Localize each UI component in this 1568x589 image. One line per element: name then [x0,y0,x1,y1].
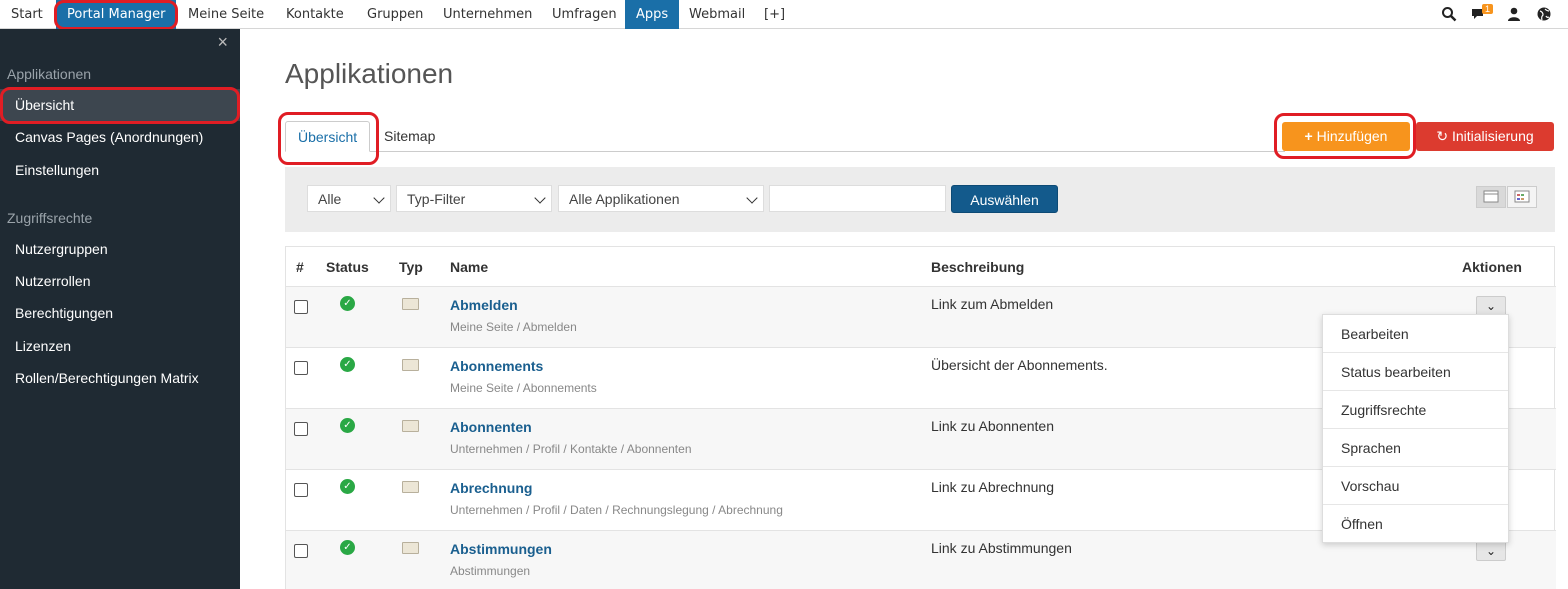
actions-menu: Bearbeiten Status bearbeiten Zugriffsrec… [1322,314,1509,543]
status-ok-icon: ✓ [340,479,355,494]
nav-gruppen[interactable]: Gruppen [356,0,434,29]
sidebar-item-berechtigungen[interactable]: Berechtigungen [0,297,240,329]
status-ok-icon: ✓ [340,357,355,372]
apps-filter-select[interactable]: Alle Applikationen [558,185,764,212]
app-path: Meine Seite / Abmelden [450,320,577,334]
nav-portal-manager[interactable]: Portal Manager [56,0,177,29]
col-typ: Typ [399,259,423,275]
status-filter-select[interactable]: Alle [307,185,391,212]
chevron-down-icon [746,192,758,204]
menu-item-zugriffsrechte[interactable]: Zugriffsrechte [1323,391,1508,429]
status-ok-icon: ✓ [340,296,355,311]
type-filter-value: Typ-Filter [407,191,466,207]
app-path: Unternehmen / Profil / Kontakte / Abonne… [450,442,692,456]
app-description: Link zum Abmelden [931,296,1054,312]
col-beschreibung: Beschreibung [931,259,1025,275]
row-checkbox[interactable] [294,544,308,558]
sidebar-item-einstellungen[interactable]: Einstellungen [0,154,240,186]
type-filter-select[interactable]: Typ-Filter [396,185,552,212]
menu-item-status-bearbeiten[interactable]: Status bearbeiten [1323,353,1508,391]
menu-item-vorschau[interactable]: Vorschau [1323,467,1508,505]
sidebar-section-applikationen: Applikationen [7,66,92,82]
status-ok-icon: ✓ [340,418,355,433]
sidebar-item-uebersicht[interactable]: Übersicht [0,89,240,121]
app-description: Link zu Abonnenten [931,418,1054,434]
grid-view-toggle[interactable] [1507,186,1537,208]
app-name-link[interactable]: Abmelden [450,297,518,313]
nav-start[interactable]: Start [0,0,54,29]
app-name-link[interactable]: Abrechnung [450,480,532,496]
app-name-link[interactable]: Abonnenten [450,419,532,435]
notification-badge: 1 [1482,4,1494,14]
app-type-icon [402,420,419,432]
row-checkbox[interactable] [294,361,308,375]
app-path: Unternehmen / Profil / Daten / Rechnungs… [450,503,783,517]
sidebar-item-nutzergruppen[interactable]: Nutzergruppen [0,233,240,265]
app-description: Link zu Abrechnung [931,479,1054,495]
grid-view-icon [1514,190,1530,203]
top-navigation: Start Portal Manager Meine Seite Kontakt… [0,0,1568,30]
row-checkbox[interactable] [294,422,308,436]
app-description: Übersicht der Abonnements. [931,357,1108,373]
apps-filter-value: Alle Applikationen [569,191,680,207]
sidebar: × Applikationen Übersicht Canvas Pages (… [0,29,240,589]
page-title: Applikationen [285,58,454,89]
nav-meine-seite[interactable]: Meine Seite [177,0,275,29]
col-number: # [296,259,304,275]
status-filter-value: Alle [318,191,342,207]
search-input[interactable] [769,185,946,212]
actions-dropdown-button[interactable]: ⌄ [1476,296,1506,316]
sidebar-item-nutzerrollen[interactable]: Nutzerrollen [0,265,240,297]
app-type-icon [402,542,419,554]
sidebar-item-canvas-pages[interactable]: Canvas Pages (Anordnungen) [0,121,240,153]
sidebar-item-rollen-matrix[interactable]: Rollen/Berechtigungen Matrix [0,362,240,394]
add-button-label: Hinzufügen [1316,128,1388,144]
chevron-down-icon [373,192,385,204]
col-status: Status [326,259,369,275]
filter-bar: Alle Typ-Filter Alle Applikationen Auswä… [285,167,1555,232]
nav-webmail[interactable]: Webmail [678,0,756,29]
menu-item-sprachen[interactable]: Sprachen [1323,429,1508,467]
list-view-toggle[interactable] [1476,186,1506,208]
status-ok-icon: ✓ [340,540,355,555]
tab-uebersicht[interactable]: Übersicht [285,121,371,152]
close-icon[interactable]: × [217,32,228,53]
add-button[interactable]: + Hinzufügen [1282,122,1410,151]
row-checkbox[interactable] [294,483,308,497]
app-description: Link zu Abstimmungen [931,540,1072,556]
search-icon[interactable] [1441,6,1457,22]
app-path: Meine Seite / Abonnements [450,381,597,395]
col-name: Name [450,259,489,275]
globe-icon[interactable] [1536,6,1552,22]
app-type-icon [402,298,419,310]
chevron-down-icon [534,192,546,204]
app-path: Abstimmungen [450,564,531,578]
menu-item-oeffnen[interactable]: Öffnen [1323,505,1508,543]
menu-item-bearbeiten[interactable]: Bearbeiten [1323,315,1508,353]
plus-icon: + [1304,128,1313,144]
tab-sitemap[interactable]: Sitemap [372,121,447,152]
nav-umfragen[interactable]: Umfragen [541,0,628,29]
user-icon[interactable] [1506,6,1522,22]
actions-dropdown-button[interactable]: ⌄ [1476,541,1506,561]
app-type-icon [402,481,419,493]
nav-kontakte[interactable]: Kontakte [275,0,355,29]
initialize-button[interactable]: ↻ Initialisierung [1416,122,1554,151]
select-button[interactable]: Auswählen [951,185,1058,213]
app-name-link[interactable]: Abonnements [450,358,543,374]
col-aktionen: Aktionen [1462,259,1522,275]
initialize-button-label: Initialisierung [1451,128,1534,144]
list-view-icon [1483,190,1499,203]
nav-apps[interactable]: Apps [625,0,680,29]
row-checkbox[interactable] [294,300,308,314]
refresh-icon: ↻ [1436,128,1449,144]
app-name-link[interactable]: Abstimmungen [450,541,552,557]
sidebar-section-zugriffsrechte: Zugriffsrechte [7,210,93,226]
nav-unternehmen[interactable]: Unternehmen [432,0,543,29]
tab-bar: Übersicht Sitemap [285,121,1285,152]
table-header: # Status Typ Name Beschreibung Aktionen [286,247,1556,287]
sidebar-item-lizenzen[interactable]: Lizenzen [0,330,240,362]
app-type-icon [402,359,419,371]
nav-add[interactable]: [+] [753,0,796,29]
